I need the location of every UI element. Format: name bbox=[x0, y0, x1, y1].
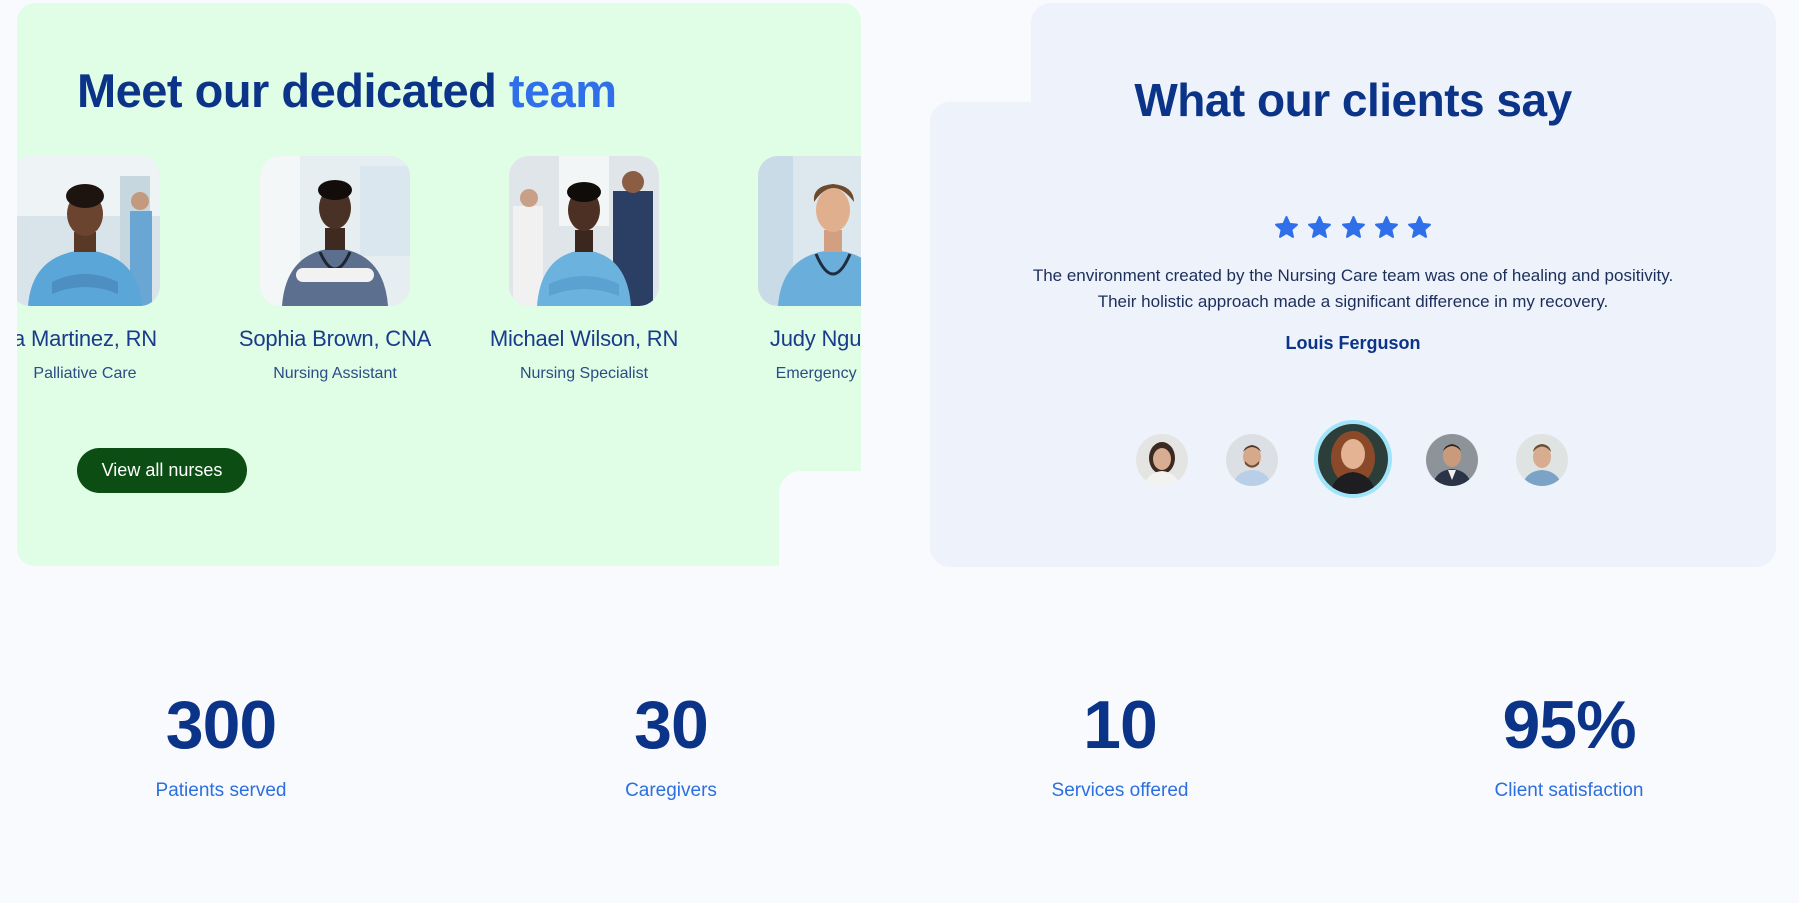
nurse-card[interactable]: Michael Wilson, RN Nursing Specialist bbox=[479, 156, 689, 383]
testimonial-quote: The environment created by the Nursing C… bbox=[930, 263, 1776, 315]
stat-value: 30 bbox=[634, 687, 709, 763]
view-all-nurses-button[interactable]: View all nurses bbox=[77, 448, 247, 493]
client-avatar[interactable] bbox=[1516, 434, 1568, 486]
client-avatar-active[interactable] bbox=[1314, 420, 1392, 498]
nurse-name: Michael Wilson, RN bbox=[489, 326, 679, 351]
stat-services: 10 Services offered bbox=[970, 680, 1270, 802]
nurse-role: Emergency Roo bbox=[775, 365, 861, 382]
star-icon bbox=[1308, 216, 1332, 238]
stat-label: Services offered bbox=[1051, 780, 1189, 801]
nurse-card[interactable]: a Martinez, RN Palliative Care bbox=[17, 156, 190, 383]
client-avatar[interactable] bbox=[1136, 434, 1188, 486]
stat-value: 10 bbox=[1083, 687, 1158, 763]
stat-value: 300 bbox=[165, 687, 277, 763]
card-corner-cutout bbox=[779, 471, 861, 566]
testimonial-author: Louis Ferguson bbox=[1285, 333, 1421, 353]
nurse-name: Sophia Brown, CNA bbox=[238, 326, 432, 351]
stat-label: Caregivers bbox=[625, 780, 717, 801]
client-avatar[interactable] bbox=[1426, 434, 1478, 486]
star-icon bbox=[1341, 216, 1365, 238]
stat-label: Patients served bbox=[155, 780, 287, 801]
rating-stars bbox=[930, 215, 1776, 245]
nurse-role: Palliative Care bbox=[33, 365, 137, 382]
nurse-name: a Martinez, RN bbox=[17, 326, 157, 351]
nurse-carousel[interactable]: a Martinez, RN Palliative Care Sophia Br… bbox=[17, 156, 861, 396]
stat-label: Client satisfaction bbox=[1494, 780, 1644, 801]
star-icon bbox=[1274, 216, 1298, 238]
nurse-role: Nursing Assistant bbox=[273, 365, 397, 382]
star-icon bbox=[1374, 216, 1398, 238]
nurse-photo bbox=[509, 156, 659, 306]
nurse-card[interactable]: Judy Nguyen Emergency Roo bbox=[728, 156, 861, 383]
nurse-photo bbox=[260, 156, 410, 306]
testimonials-title: What our clients say bbox=[1134, 74, 1572, 126]
stat-caregivers: 30 Caregivers bbox=[521, 680, 821, 802]
team-section: Meet our dedicated team a Martinez, RN P… bbox=[17, 3, 861, 566]
nurse-photo bbox=[17, 156, 160, 306]
client-avatar-selector bbox=[930, 420, 1776, 500]
team-title-main: Meet our dedicated bbox=[77, 64, 497, 117]
stat-satisfaction: 95% Client satisfaction bbox=[1419, 680, 1719, 802]
star-icon bbox=[1408, 216, 1432, 238]
nurse-role: Nursing Specialist bbox=[519, 365, 649, 382]
nurse-photo bbox=[758, 156, 861, 306]
client-avatar[interactable] bbox=[1226, 434, 1278, 486]
testimonials-section: What our clients say The environment cre… bbox=[930, 3, 1776, 567]
nurse-card[interactable]: Sophia Brown, CNA Nursing Assistant bbox=[230, 156, 440, 383]
stat-patients: 300 Patients served bbox=[71, 680, 371, 802]
stat-value: 95% bbox=[1502, 687, 1636, 763]
testimonial-quote-line: The environment created by the Nursing C… bbox=[1032, 266, 1674, 285]
team-title: Meet our dedicated team bbox=[77, 63, 617, 118]
testimonial-quote-line: Their holistic approach made a significa… bbox=[1097, 292, 1609, 311]
nurse-name: Judy Nguyen bbox=[769, 326, 861, 351]
team-title-accent: team bbox=[508, 64, 617, 117]
